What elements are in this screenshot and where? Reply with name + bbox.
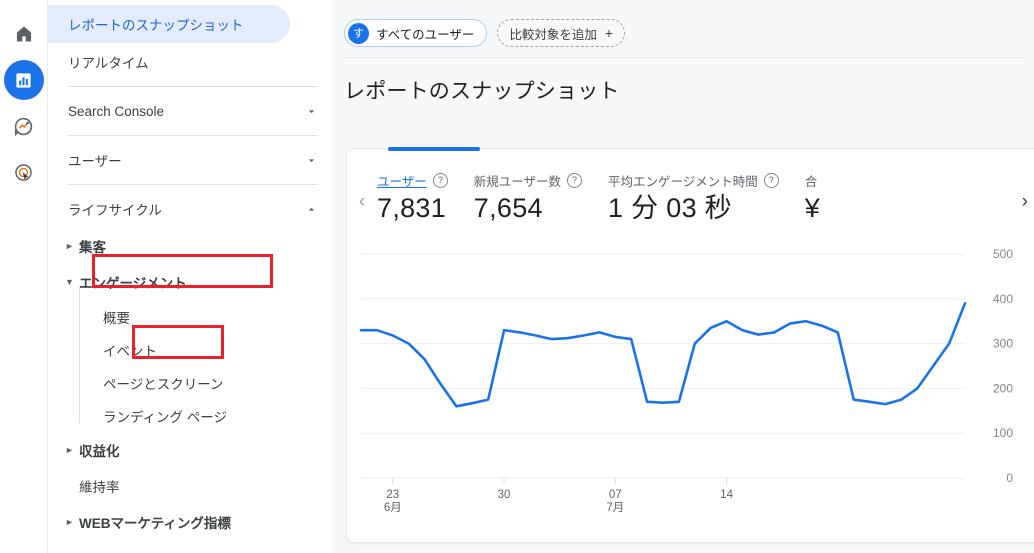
metric-total-revenue-partial[interactable]: 合 ¥ bbox=[805, 171, 846, 224]
sidebar-item-events[interactable]: イベント bbox=[48, 333, 332, 366]
all-users-chip[interactable]: す すべてのユーザー bbox=[344, 19, 488, 47]
svg-text:30: 30 bbox=[498, 489, 511, 501]
page-title: レポートのスナップショット bbox=[344, 80, 620, 103]
sidebar-sub-label: ページとスクリーン bbox=[103, 376, 224, 392]
advertising-icon[interactable] bbox=[4, 152, 44, 192]
sidebar-group-monetization[interactable]: ► 収益化 bbox=[48, 432, 332, 468]
chevron-down-icon[interactable] bbox=[305, 105, 318, 118]
metric-label-row: 合 bbox=[805, 171, 820, 190]
add-comparison-label: 比較対象を追加 bbox=[509, 27, 597, 42]
help-icon[interactable]: ? bbox=[432, 173, 448, 188]
svg-text:300: 300 bbox=[993, 337, 1013, 351]
sidebar-sub-label: イベント bbox=[103, 343, 157, 359]
sidebar-divider bbox=[68, 135, 318, 136]
previous-metric-button[interactable]: ‹ bbox=[347, 171, 377, 213]
next-metric-button[interactable]: › bbox=[1022, 173, 1028, 213]
sidebar-item-search-console[interactable]: Search Console bbox=[48, 92, 332, 130]
explore-icon[interactable] bbox=[4, 106, 44, 146]
metric-label[interactable]: ユーザー bbox=[377, 171, 427, 190]
chart-area: 500 400 300 200 100 0 23 6月 30 07 7月 14 bbox=[347, 244, 1034, 542]
chips-bar: す すべてのユーザー 比較対象を追加 + bbox=[332, 0, 1034, 48]
chevron-down-icon[interactable] bbox=[305, 154, 318, 167]
metric-value: 7,654 bbox=[473, 193, 543, 223]
triangle-right-icon: ► bbox=[65, 240, 74, 251]
sidebar-item-landing-pages[interactable]: ランディング ページ bbox=[48, 399, 332, 432]
metric-label: 新規ユーザー数 bbox=[473, 175, 562, 189]
metric-average-engagement-time[interactable]: 平均エンゲージメント時間 ? 1 分 03 秒 bbox=[608, 171, 805, 224]
overview-card: ‹ ユーザー ? 7,831 新規ユーザー数 ? 7,654 平均エンゲージメン… bbox=[346, 147, 1034, 543]
triangle-right-icon: ► bbox=[65, 516, 74, 527]
metric-new-users[interactable]: 新規ユーザー数 ? 7,654 bbox=[474, 171, 608, 224]
sidebar-group-label: 収益化 bbox=[79, 444, 120, 459]
sidebar-item-lifecycle[interactable]: ライフサイクル bbox=[48, 190, 332, 228]
sidebar-divider bbox=[68, 86, 318, 87]
sidebar-item-reports-snapshot[interactable]: レポートのスナップショット bbox=[48, 5, 290, 43]
main-content: す すべてのユーザー 比較対象を追加 + レポートのスナップショット ‹ ユーザ… bbox=[332, 0, 1034, 553]
svg-text:6月: 6月 bbox=[384, 502, 402, 514]
sidebar-item-label: ユーザー bbox=[68, 154, 122, 169]
sidebar-sub-label: 概要 bbox=[103, 310, 130, 326]
segment-avatar: す bbox=[348, 22, 369, 44]
sidebar-item-label: 維持率 bbox=[79, 480, 120, 495]
sidebar: レポートのスナップショット リアルタイム Search Console ユーザー… bbox=[47, 0, 332, 553]
sidebar-group-label: WEBマーケティング指標 bbox=[79, 516, 231, 531]
help-icon[interactable]: ? bbox=[567, 173, 583, 188]
icon-rail bbox=[0, 0, 47, 553]
svg-text:14: 14 bbox=[720, 489, 733, 501]
sidebar-item-pages-and-screens[interactable]: ページとスクリーン bbox=[48, 366, 332, 399]
metric-value: 7,831 bbox=[377, 193, 447, 223]
sidebar-sub-label: ランディング ページ bbox=[103, 409, 228, 425]
sidebar-group-acquisition[interactable]: ► 集客 bbox=[48, 228, 332, 264]
home-icon[interactable] bbox=[4, 14, 44, 54]
sidebar-item-retention[interactable]: 維持率 bbox=[48, 468, 332, 504]
metric-label-row: 新規ユーザー数 ? bbox=[473, 171, 583, 190]
svg-text:400: 400 bbox=[993, 292, 1013, 306]
svg-text:07: 07 bbox=[609, 489, 622, 501]
svg-text:0: 0 bbox=[1006, 471, 1013, 485]
svg-text:200: 200 bbox=[993, 381, 1013, 395]
metrics-right-controls: › bbox=[1022, 171, 1034, 215]
sidebar-group-label: 集客 bbox=[79, 240, 106, 255]
sidebar-item-label: ライフサイクル bbox=[68, 203, 162, 218]
plus-icon: + bbox=[604, 25, 614, 41]
svg-text:7月: 7月 bbox=[606, 502, 624, 514]
metrics-row: ‹ ユーザー ? 7,831 新規ユーザー数 ? 7,654 平均エンゲージメン… bbox=[347, 149, 1034, 224]
svg-text:500: 500 bbox=[993, 247, 1013, 261]
sidebar-group-label: エンゲージメント bbox=[79, 276, 187, 291]
users-line-chart: 500 400 300 200 100 0 236月 30 077月 14 bbox=[359, 247, 1013, 514]
sidebar-group-engagement[interactable]: ▼ エンゲージメント bbox=[48, 264, 332, 300]
add-comparison-chip[interactable]: 比較対象を追加 + bbox=[497, 19, 626, 47]
sidebar-item-label: Search Console bbox=[68, 103, 165, 119]
metric-value: 1 分 03 秒 bbox=[608, 193, 732, 223]
help-icon[interactable]: ? bbox=[763, 173, 779, 188]
metric-value: ¥ bbox=[804, 193, 821, 223]
metric-label: 平均エンゲージメント時間 bbox=[608, 175, 758, 189]
sidebar-item-users[interactable]: ユーザー bbox=[48, 141, 332, 179]
metric-label-row: ユーザー ? bbox=[377, 171, 448, 190]
svg-text:100: 100 bbox=[993, 426, 1013, 440]
sidebar-item-overview[interactable]: 概要 bbox=[48, 300, 332, 333]
metric-label: 合 bbox=[804, 175, 818, 189]
svg-text:23: 23 bbox=[386, 489, 399, 501]
metric-label-row: 平均エンゲージメント時間 ? bbox=[608, 171, 779, 190]
analytics-app: レポートのスナップショット リアルタイム Search Console ユーザー… bbox=[0, 0, 1034, 553]
sidebar-divider bbox=[68, 184, 318, 185]
sidebar-item-label: リアルタイム bbox=[68, 56, 149, 71]
sidebar-item-label: レポートのスナップショット bbox=[68, 18, 244, 33]
triangle-down-icon: ▼ bbox=[65, 276, 74, 287]
metric-users[interactable]: ユーザー ? 7,831 bbox=[377, 171, 474, 224]
reports-icon[interactable] bbox=[3, 60, 44, 100]
sidebar-item-realtime[interactable]: リアルタイム bbox=[48, 43, 332, 81]
triangle-right-icon: ► bbox=[65, 444, 74, 455]
sidebar-group-web-marketing-metrics[interactable]: ► WEBマーケティング指標 bbox=[48, 504, 332, 540]
all-users-chip-label: すべてのユーザー bbox=[376, 27, 475, 42]
chevron-up-icon[interactable] bbox=[305, 203, 318, 216]
